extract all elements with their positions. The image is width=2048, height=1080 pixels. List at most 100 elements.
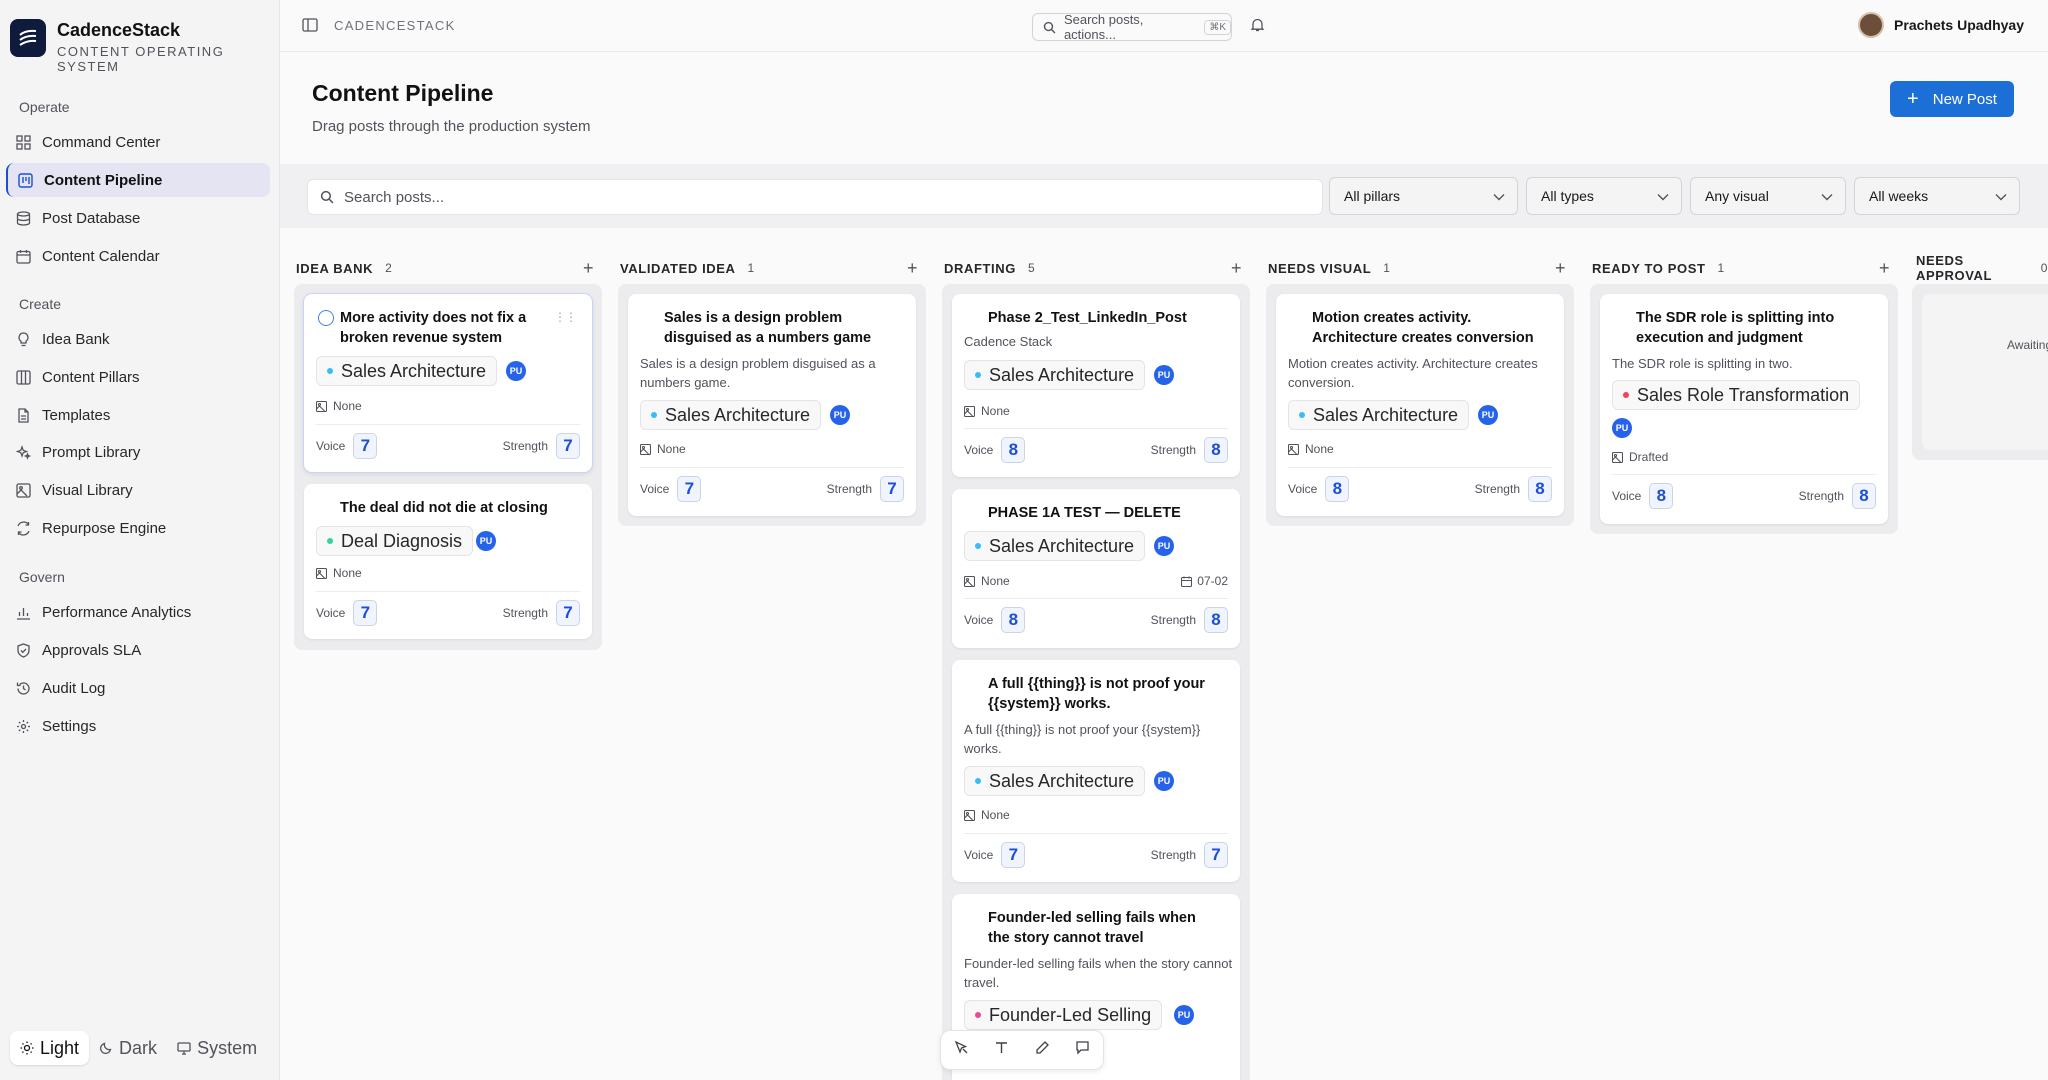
column-header-validated-idea: VALIDATED IDEA 1 bbox=[620, 258, 755, 278]
logo-icon bbox=[10, 19, 46, 57]
owner-avatar: PU bbox=[506, 361, 526, 381]
brand[interactable]: CadenceStack CONTENT OPERATING SYSTEM bbox=[10, 19, 260, 74]
new-post-button[interactable]: + New Post bbox=[1890, 81, 2014, 117]
visual-status-label: None bbox=[333, 566, 362, 580]
column-header-idea-bank: IDEA BANK 2 bbox=[296, 258, 392, 278]
column-count: 1 bbox=[1383, 261, 1391, 275]
types-select[interactable]: All types bbox=[1526, 177, 1682, 215]
post-card[interactable]: PHASE 1A TEST — DELETE Sales Architectur… bbox=[952, 489, 1240, 648]
floating-toolbar bbox=[940, 1030, 1104, 1070]
kanban-board: IDEA BANK 2 + ⋮⋮ More activity does not f… bbox=[280, 228, 2048, 1080]
weeks-select[interactable]: All weeks bbox=[1854, 177, 2020, 215]
card-description: Motion creates activity. Architecture cr… bbox=[1288, 356, 1538, 390]
card-scores: Voice 8 Strength 8 bbox=[964, 607, 1228, 633]
strength-score: 7 bbox=[556, 433, 580, 459]
pillar-tag: Sales Architecture bbox=[964, 766, 1146, 796]
select-checkbox[interactable] bbox=[318, 310, 334, 326]
owner-avatar: PU bbox=[1154, 536, 1174, 556]
pillar-tag: Sales Architecture bbox=[964, 531, 1146, 561]
sidebar-item-settings[interactable]: Settings bbox=[6, 709, 270, 743]
post-card[interactable]: ⋮⋮ More activity does not fix a broken r… bbox=[304, 294, 592, 472]
sidebar-item-label: Audit Log bbox=[42, 679, 106, 697]
calendar-icon bbox=[15, 248, 32, 265]
sidebar-item-audit-log[interactable]: Audit Log bbox=[6, 671, 270, 705]
select-tool-icon[interactable] bbox=[954, 1040, 969, 1060]
post-card[interactable]: Sales is a design problem disguised as a… bbox=[628, 294, 916, 516]
voice-score: 7 bbox=[677, 476, 702, 502]
visual-status: None bbox=[964, 574, 1010, 588]
brand-name: CadenceStack bbox=[57, 20, 181, 40]
pillars-select[interactable]: All pillars bbox=[1329, 177, 1518, 215]
sidebar-item-approvals-sla[interactable]: Approvals SLA bbox=[6, 633, 270, 667]
text-tool-icon[interactable] bbox=[994, 1040, 1009, 1060]
sidebar-item-performance-analytics[interactable]: Performance Analytics bbox=[6, 595, 270, 629]
strength-score: 7 bbox=[880, 476, 904, 502]
card-title: Phase 2_Test_LinkedIn_Post bbox=[988, 310, 1187, 326]
voice-label: Voice bbox=[964, 443, 994, 457]
theme-system-label: System bbox=[197, 1037, 258, 1058]
voice-score: 8 bbox=[1649, 483, 1674, 509]
sidebar-item-repurpose-engine[interactable]: Repurpose Engine bbox=[6, 511, 270, 545]
owner-avatar: PU bbox=[1174, 1005, 1194, 1025]
pillar-tag-label: Sales Architecture bbox=[989, 770, 1135, 791]
workspace-name: CADENCESTACK bbox=[334, 18, 456, 33]
post-search-placeholder: Search posts... bbox=[344, 188, 445, 206]
pillar-tag: Deal Diagnosis bbox=[316, 526, 474, 556]
card-scores: Voice 7 Strength 7 bbox=[964, 842, 1228, 868]
add-card-icon[interactable]: + bbox=[907, 258, 918, 279]
column-count: 5 bbox=[1027, 261, 1036, 275]
sidebar-item-templates[interactable]: Templates bbox=[6, 398, 270, 432]
add-card-icon[interactable]: + bbox=[1231, 258, 1242, 279]
card-title: Founder-led selling fails when the story… bbox=[988, 910, 1196, 946]
bell-icon[interactable] bbox=[1250, 17, 1265, 37]
post-card[interactable]: A full {{thing}} is not proof your {{sys… bbox=[952, 660, 1240, 882]
voice-score: 8 bbox=[1325, 476, 1350, 502]
pillar-dot bbox=[975, 778, 981, 784]
post-card[interactable]: Phase 2_Test_LinkedIn_Post Cadence Stack… bbox=[952, 294, 1240, 477]
sidebar-item-command-center[interactable]: Command Center bbox=[6, 125, 270, 159]
post-card[interactable]: The SDR role is splitting into execution… bbox=[1600, 294, 1888, 524]
theme-light-button[interactable]: Light bbox=[10, 1031, 90, 1065]
card-title: The SDR role is splitting into execution… bbox=[1636, 310, 1835, 346]
post-card[interactable]: The deal did not die at closing Deal Dia… bbox=[304, 484, 592, 639]
card-title: A full {{thing}} is not proof your {{sys… bbox=[988, 676, 1205, 712]
visual-status-label: None bbox=[333, 399, 362, 413]
empty-state-text: Awaiting bbox=[2007, 338, 2048, 352]
visual-select[interactable]: Any visual bbox=[1690, 177, 1846, 215]
card-scores: Voice 7 Strength 7 bbox=[316, 433, 580, 459]
pillar-tag: Founder-Led Selling bbox=[964, 1000, 1163, 1030]
sidebar-item-content-pillars[interactable]: Content Pillars bbox=[6, 360, 270, 394]
owner-avatar: PU bbox=[476, 531, 496, 551]
page-title: Content Pipeline bbox=[312, 80, 494, 106]
card-divider bbox=[964, 833, 1228, 834]
sidebar-toggle-icon[interactable] bbox=[302, 17, 318, 38]
add-card-icon[interactable]: + bbox=[1555, 258, 1566, 279]
add-card-icon[interactable]: + bbox=[1879, 258, 1890, 279]
card-divider bbox=[1612, 474, 1876, 475]
column-title: NEEDS VISUAL bbox=[1268, 260, 1372, 276]
user-menu[interactable]: Prachets Upadhyay bbox=[1858, 12, 2024, 38]
theme-system-button[interactable]: System bbox=[167, 1031, 267, 1065]
card-divider bbox=[316, 424, 580, 425]
comment-tool-icon[interactable] bbox=[1075, 1040, 1090, 1060]
sidebar-item-content-calendar[interactable]: Content Calendar bbox=[6, 239, 270, 273]
card-scores: Voice 8 Strength 8 bbox=[1612, 483, 1876, 509]
post-card[interactable]: Motion creates activity. Architecture cr… bbox=[1276, 294, 1564, 516]
sidebar-item-visual-library[interactable]: Visual Library bbox=[6, 473, 270, 507]
sidebar-item-idea-bank[interactable]: Idea Bank bbox=[6, 322, 270, 356]
post-search-input[interactable]: Search posts... bbox=[307, 179, 1323, 215]
global-search[interactable]: Search posts, actions... ⌘K bbox=[1032, 12, 1232, 42]
voice-label: Voice bbox=[1288, 482, 1318, 496]
sidebar-item-post-database[interactable]: Post Database bbox=[6, 201, 270, 235]
theme-dark-button[interactable]: Dark bbox=[89, 1031, 167, 1065]
add-card-icon[interactable]: + bbox=[583, 258, 594, 279]
pillar-tag-label: Sales Architecture bbox=[665, 404, 811, 425]
page-header: Content Pipeline Drag posts through the … bbox=[280, 52, 2048, 164]
sidebar-item-prompt-library[interactable]: Prompt Library bbox=[6, 435, 270, 469]
chevron-down-icon bbox=[1995, 188, 2007, 204]
sidebar-item-content-pipeline[interactable]: Content Pipeline bbox=[6, 163, 270, 197]
sparkles-icon bbox=[15, 444, 32, 461]
pencil-tool-icon[interactable] bbox=[1035, 1040, 1050, 1060]
card-description: Sales is a design problem disguised as a… bbox=[640, 356, 876, 390]
visual-status-label: None bbox=[981, 574, 1010, 588]
